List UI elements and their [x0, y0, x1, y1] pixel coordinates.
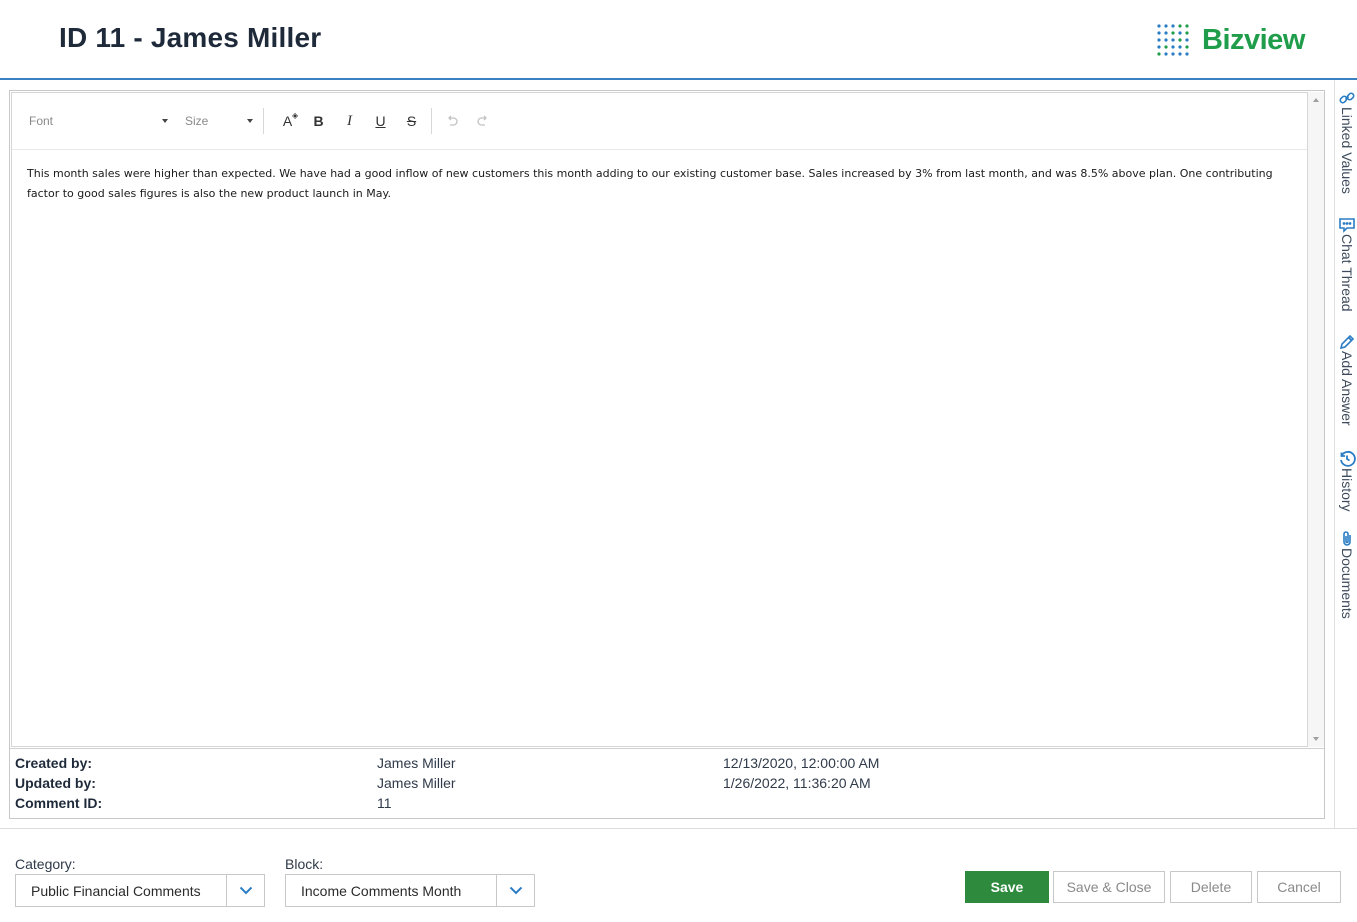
link-icon: [1339, 92, 1355, 104]
updated-date: 1/26/2022, 11:36:20 AM: [723, 775, 871, 791]
block-select[interactable]: Income Comments Month: [285, 874, 535, 907]
editor-area: Font Size A ◈ B I U S This month sales w…: [11, 92, 1308, 747]
strikethrough-button[interactable]: S: [396, 108, 427, 134]
page-header: ID 11 - James Miller Bizview: [0, 0, 1357, 80]
strikethrough-icon: S: [406, 113, 417, 129]
comment-editor: Font Size A ◈ B I U S This month sales w…: [9, 90, 1325, 819]
created-row: Created by: James Miller 12/13/2020, 12:…: [15, 755, 1315, 775]
created-date: 12/13/2020, 12:00:00 AM: [723, 755, 880, 771]
font-select-label: Font: [29, 114, 54, 128]
comment-id-label: Comment ID:: [15, 795, 103, 811]
font-color-button[interactable]: A ◈: [272, 108, 303, 134]
scroll-up-icon[interactable]: [1313, 98, 1319, 102]
redo-button[interactable]: [467, 108, 498, 134]
editor-scrollbar[interactable]: [1308, 92, 1324, 747]
paperclip-icon: [1343, 531, 1351, 546]
redo-icon: [476, 115, 487, 126]
cancel-button[interactable]: Cancel: [1257, 871, 1341, 903]
block-label: Block:: [285, 856, 324, 872]
scroll-down-icon[interactable]: [1313, 737, 1319, 741]
comment-metadata: Created by: James Miller 12/13/2020, 12:…: [10, 748, 1324, 818]
side-item-label: Documents: [1339, 548, 1355, 619]
side-item-chat-thread[interactable]: Chat Thread: [1337, 216, 1357, 312]
category-label: Category:: [15, 856, 76, 872]
chevron-down-icon: [162, 119, 168, 123]
logo-text: Bizview: [1202, 23, 1305, 56]
category-value: Public Financial Comments: [31, 882, 201, 899]
created-label: Created by:: [15, 755, 93, 771]
side-item-label: History: [1339, 468, 1355, 512]
font-color-icon: A ◈: [282, 111, 299, 129]
undo-button[interactable]: [436, 108, 467, 134]
category-dropdown-button[interactable]: [226, 875, 264, 906]
toolbar-divider: [263, 108, 264, 134]
side-panel: Linked Values Chat Thread Add Answer His…: [1334, 80, 1357, 829]
save-close-button[interactable]: Save & Close: [1053, 871, 1165, 903]
chat-icon: [1339, 218, 1355, 233]
history-icon: [1340, 450, 1356, 467]
side-item-history[interactable]: History: [1337, 450, 1357, 512]
chevron-down-icon: [239, 886, 252, 895]
created-by: James Miller: [377, 755, 456, 771]
bold-button[interactable]: B: [303, 108, 334, 134]
side-item-label: Linked Values: [1339, 107, 1355, 194]
category-select[interactable]: Public Financial Comments: [15, 874, 265, 907]
comment-id-row: Comment ID: 11: [15, 795, 1315, 815]
chevron-down-icon: [509, 886, 522, 895]
side-item-label: Add Answer: [1339, 351, 1355, 426]
undo-icon: [447, 115, 458, 126]
updated-label: Updated by:: [15, 775, 96, 791]
size-select[interactable]: Size: [185, 109, 253, 133]
block-value: Income Comments Month: [301, 882, 462, 899]
size-select-label: Size: [185, 114, 209, 128]
delete-button[interactable]: Delete: [1170, 871, 1252, 903]
updated-by: James Miller: [377, 775, 456, 791]
toolbar-divider: [431, 108, 432, 134]
italic-button[interactable]: I: [334, 108, 365, 134]
underline-button[interactable]: U: [365, 108, 396, 134]
page-title: ID 11 - James Miller: [59, 22, 322, 53]
block-dropdown-button[interactable]: [496, 875, 534, 906]
comment-text[interactable]: This month sales were higher than expect…: [27, 164, 1287, 204]
editor-toolbar: Font Size A ◈ B I U S: [12, 93, 1307, 150]
save-button[interactable]: Save: [965, 871, 1049, 903]
side-item-documents[interactable]: Documents: [1337, 530, 1357, 619]
side-item-add-answer[interactable]: Add Answer: [1337, 333, 1357, 426]
updated-row: Updated by: James Miller 1/26/2022, 11:3…: [15, 775, 1315, 795]
bizview-logo: Bizview: [1156, 22, 1305, 58]
comment-id-value: 11: [377, 795, 392, 811]
underline-icon: U: [375, 113, 386, 129]
font-select[interactable]: Font: [29, 109, 168, 133]
side-item-linked-values[interactable]: Linked Values: [1337, 89, 1357, 194]
chevron-down-icon: [247, 119, 253, 123]
side-item-label: Chat Thread: [1339, 234, 1355, 312]
italic-icon: I: [347, 112, 352, 129]
footer-divider: [0, 828, 1357, 829]
bold-icon: B: [313, 113, 324, 129]
pencil-icon: [1339, 334, 1355, 350]
logo-dots-icon: [1157, 24, 1189, 56]
